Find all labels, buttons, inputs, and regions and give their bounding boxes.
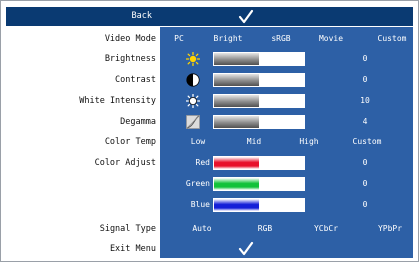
blue-value: 0 (362, 200, 368, 209)
checkmark-icon[interactable] (238, 9, 254, 25)
white-intensity-label[interactable]: White Intensity (6, 96, 156, 106)
contrast-value: 0 (362, 75, 368, 84)
white-intensity-slider-fill (214, 95, 259, 107)
exit-checkmark-icon[interactable] (238, 241, 254, 257)
red-value: 0 (362, 158, 368, 167)
back-label: Back (131, 11, 152, 21)
sun-icon (186, 52, 200, 66)
brightness-slider[interactable] (213, 52, 305, 66)
osd-menu: Back Video Mode Brightness Contrast Whit… (0, 0, 419, 262)
degamma-icon (186, 115, 200, 129)
label-column: Video Mode Brightness Contrast White Int… (6, 27, 160, 258)
video-mode-label[interactable]: Video Mode (6, 34, 156, 44)
contrast-icon (186, 73, 200, 87)
video-mode-option-srgb[interactable]: sRGB (263, 34, 299, 43)
signal-type-label[interactable]: Signal Type (6, 224, 156, 234)
video-mode-option-bright[interactable]: Bright (208, 34, 248, 43)
signal-type-option-auto[interactable]: Auto (186, 224, 218, 233)
brightness-slider-fill (214, 53, 259, 65)
white-intensity-icon (186, 94, 200, 108)
video-mode-option-custom[interactable]: Custom (372, 34, 412, 43)
green-slider-fill (214, 178, 259, 190)
degamma-label[interactable]: Degamma (6, 117, 156, 127)
color-temp-option-custom[interactable]: Custom (347, 137, 387, 146)
blue-slider-fill (214, 199, 259, 211)
color-temp-option-mid[interactable]: Mid (240, 137, 268, 146)
white-intensity-slider[interactable] (213, 94, 305, 108)
red-slider[interactable] (213, 156, 305, 170)
white-intensity-value: 10 (360, 96, 370, 105)
video-mode-option-pc[interactable]: PC (166, 34, 192, 43)
brightness-label[interactable]: Brightness (6, 54, 156, 64)
color-temp-option-high[interactable]: High (294, 137, 324, 146)
green-channel-label: Green (185, 179, 210, 188)
signal-type-option-ycbcr[interactable]: YCbCr (308, 224, 344, 233)
contrast-slider[interactable] (213, 73, 305, 87)
video-mode-option-movie[interactable]: Movie (313, 34, 349, 43)
blue-slider[interactable] (213, 198, 305, 212)
red-slider-fill (214, 157, 259, 169)
menu-frame: Back Video Mode Brightness Contrast Whit… (6, 7, 413, 258)
exit-menu-label[interactable]: Exit Menu (6, 244, 156, 254)
color-temp-label[interactable]: Color Temp (6, 137, 156, 147)
green-value: 0 (362, 179, 368, 188)
color-temp-option-low[interactable]: Low (184, 137, 212, 146)
contrast-label[interactable]: Contrast (6, 75, 156, 85)
color-adjust-label[interactable]: Color Adjust (6, 158, 156, 168)
contrast-slider-fill (214, 74, 259, 86)
signal-type-option-ypbpr[interactable]: YPbPr (370, 224, 410, 233)
value-panel: PC Bright sRGB Movie Custom 0 0 10 4 Low… (160, 27, 413, 258)
blue-channel-label: Blue (190, 200, 210, 209)
brightness-value: 0 (362, 54, 368, 63)
signal-type-option-rgb[interactable]: RGB (250, 224, 280, 233)
red-channel-label: Red (195, 158, 210, 167)
degamma-slider[interactable] (213, 115, 305, 129)
degamma-slider-fill (214, 116, 259, 128)
green-slider[interactable] (213, 177, 305, 191)
back-row[interactable]: Back (6, 7, 413, 27)
degamma-value: 4 (362, 117, 368, 126)
